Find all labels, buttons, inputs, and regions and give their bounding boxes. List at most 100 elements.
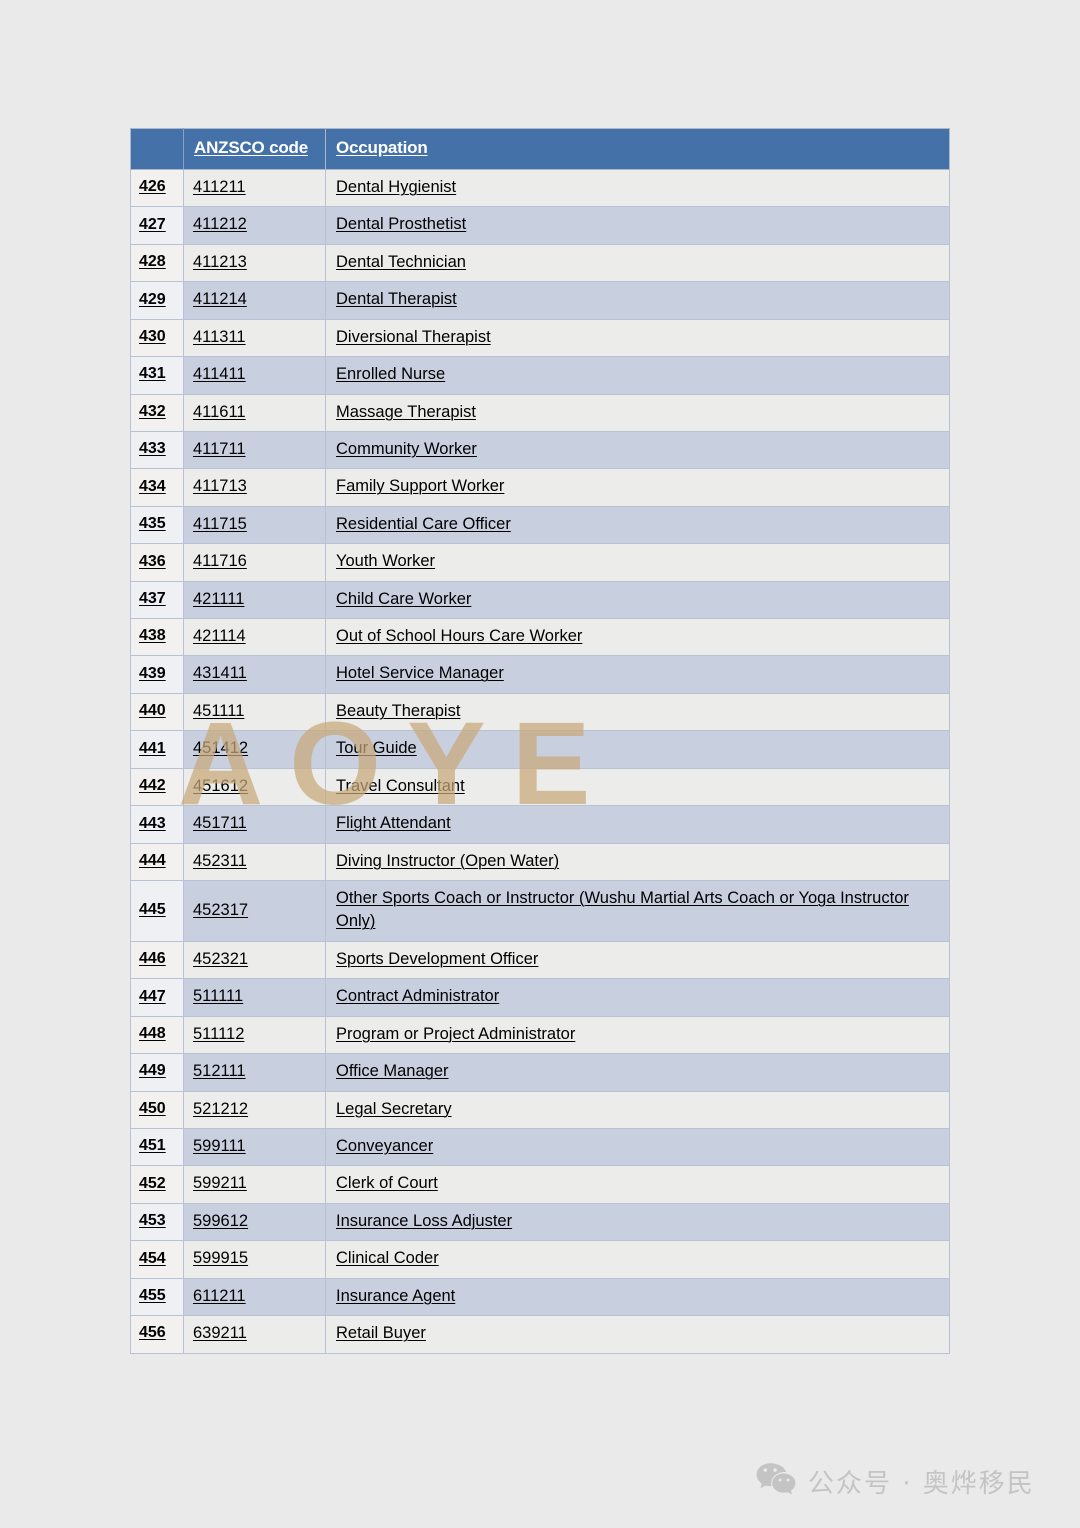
row-index-cell: 427 — [130, 206, 184, 245]
occupation-cell: Contract Administrator — [325, 978, 950, 1017]
anzsco-code-value: 411715 — [193, 514, 247, 533]
anzsco-code-value: 599111 — [193, 1136, 246, 1155]
anzsco-code-value: 411311 — [193, 327, 246, 346]
anzsco-code-cell: 411711 — [183, 430, 326, 470]
row-index-value: 445 — [139, 901, 166, 919]
occupation-value: Retail Buyer — [336, 1324, 426, 1343]
row-index-value: 437 — [139, 589, 166, 607]
anzsco-code-value: 451111 — [193, 701, 245, 720]
occupation-cell: Flight Attendant — [325, 805, 950, 844]
occupation-cell: Legal Secretary — [325, 1090, 950, 1129]
occupation-value: Youth Worker — [336, 552, 436, 571]
anzsco-code-value: 521212 — [193, 1099, 249, 1118]
row-index-cell: 442 — [130, 767, 184, 807]
row-index-cell: 435 — [130, 505, 184, 545]
table-row: 436 411716 Youth Worker — [130, 543, 950, 582]
column-header-index — [130, 128, 184, 170]
occupation-value: Tour Guide — [336, 739, 417, 758]
occupation-cell: Program or Project Administrator — [325, 1015, 950, 1055]
table-row: 428 411213 Dental Technician — [130, 243, 950, 283]
anzsco-code-cell: 451412 — [183, 730, 326, 769]
table-row: 430 411311 Diversional Therapist — [130, 318, 950, 358]
occupation-value: Clinical Coder — [336, 1249, 439, 1268]
row-index-value: 444 — [139, 851, 166, 869]
table-row: 433 411711 Community Worker — [130, 430, 950, 470]
occupation-cell: Clinical Coder — [325, 1240, 950, 1279]
column-header-occupation-label: Occupation — [336, 138, 428, 157]
anzsco-code-value: 411213 — [193, 252, 247, 271]
occupation-value: Dental Technician — [336, 252, 466, 271]
anzsco-code-value: 411716 — [193, 552, 247, 571]
anzsco-code-cell: 411411 — [183, 356, 326, 395]
table-row: 434 411713 Family Support Worker — [130, 468, 950, 507]
occupation-value: Out of School Hours Care Worker — [336, 627, 583, 646]
row-index-cell: 429 — [130, 281, 184, 320]
anzsco-code-cell: 611211 — [183, 1277, 326, 1317]
wechat-icon — [756, 1462, 796, 1501]
column-header-anzsco-code-label: ANZSCO code — [194, 138, 308, 157]
row-index-cell: 450 — [130, 1090, 184, 1129]
anzsco-code-cell: 599915 — [183, 1240, 326, 1279]
occupation-value: Travel Consultant — [336, 776, 465, 795]
row-index-value: 435 — [139, 515, 166, 533]
anzsco-code-value: 411211 — [193, 178, 246, 196]
table-row: 443 451711 Flight Attendant — [130, 805, 950, 844]
row-index-cell: 436 — [130, 543, 184, 582]
row-index-cell: 438 — [130, 618, 184, 657]
row-index-cell: 441 — [130, 730, 184, 769]
occupation-value: Other Sports Coach or Instructor (Wushu … — [336, 889, 909, 931]
anzsco-code-value: 511111 — [193, 987, 244, 1006]
row-index-cell: 447 — [130, 978, 184, 1017]
table-row: 429 411214 Dental Therapist — [130, 281, 950, 320]
table-row: 452 599211 Clerk of Court — [130, 1165, 950, 1204]
anzsco-code-cell: 599111 — [183, 1127, 326, 1167]
occupation-value: Contract Administrator — [336, 987, 500, 1006]
anzsco-code-value: 451711 — [193, 814, 247, 833]
occupation-value: Conveyancer — [336, 1136, 434, 1155]
row-index-cell: 437 — [130, 580, 184, 620]
occupation-cell: Dental Prosthetist — [325, 206, 950, 245]
row-index-cell: 432 — [130, 393, 184, 432]
anzsco-code-cell: 411611 — [183, 393, 326, 432]
row-index-cell: 433 — [130, 430, 184, 470]
occupation-value: Beauty Therapist — [336, 701, 461, 720]
row-index-cell: 444 — [130, 842, 184, 882]
row-index-cell: 431 — [130, 356, 184, 395]
anzsco-code-value: 599612 — [193, 1211, 249, 1230]
table-row: 426 411211 Dental Hygienist — [130, 168, 950, 208]
occupation-cell: Hotel Service Manager — [325, 655, 950, 694]
row-index-cell: 451 — [130, 1127, 184, 1167]
footer-text: 公众号 · 奥烨移民 — [808, 1469, 1035, 1499]
anzsco-code-value: 421114 — [193, 627, 246, 646]
anzsco-code-cell: 421114 — [183, 618, 326, 657]
row-index-cell: 448 — [130, 1015, 184, 1055]
footer-attribution: 公众号 · 奥烨移民 — [756, 1462, 1035, 1501]
row-index-value: 440 — [139, 702, 166, 720]
anzsco-code-value: 431411 — [193, 664, 247, 683]
occupation-value: Insurance Agent — [336, 1286, 456, 1305]
table-body: 426 411211 Dental Hygienist 427 411212 Dental… — [130, 168, 950, 1354]
occupation-value: Dental Hygienist — [336, 178, 457, 196]
occupation-table-container: ANZSCO code Occupation 426 411211 Dental H… — [130, 128, 950, 1354]
row-index-cell: 446 — [130, 940, 184, 980]
occupation-cell: Community Worker — [325, 430, 950, 470]
row-index-cell: 445 — [130, 880, 184, 942]
occupation-cell: Child Care Worker — [325, 580, 950, 620]
anzsco-code-cell: 452317 — [183, 880, 326, 942]
occupation-cell: Insurance Agent — [325, 1277, 950, 1317]
table-row: 454 599915 Clinical Coder — [130, 1240, 950, 1279]
occupation-value: Community Worker — [336, 439, 477, 458]
anzsco-code-cell: 411214 — [183, 281, 326, 320]
row-index-cell: 449 — [130, 1053, 184, 1092]
anzsco-code-cell: 521212 — [183, 1090, 326, 1129]
anzsco-code-value: 451412 — [193, 739, 249, 758]
table-row: 453 599612 Insurance Loss Adjuster — [130, 1202, 950, 1242]
row-index-value: 446 — [139, 950, 166, 968]
row-index-value: 442 — [139, 777, 166, 795]
anzsco-code-value: 512111 — [193, 1062, 246, 1081]
occupation-cell: Family Support Worker — [325, 468, 950, 507]
anzsco-code-value: 611211 — [193, 1286, 246, 1305]
anzsco-code-cell: 452311 — [183, 842, 326, 882]
row-index-cell: 456 — [130, 1315, 184, 1354]
row-index-value: 449 — [139, 1062, 166, 1080]
